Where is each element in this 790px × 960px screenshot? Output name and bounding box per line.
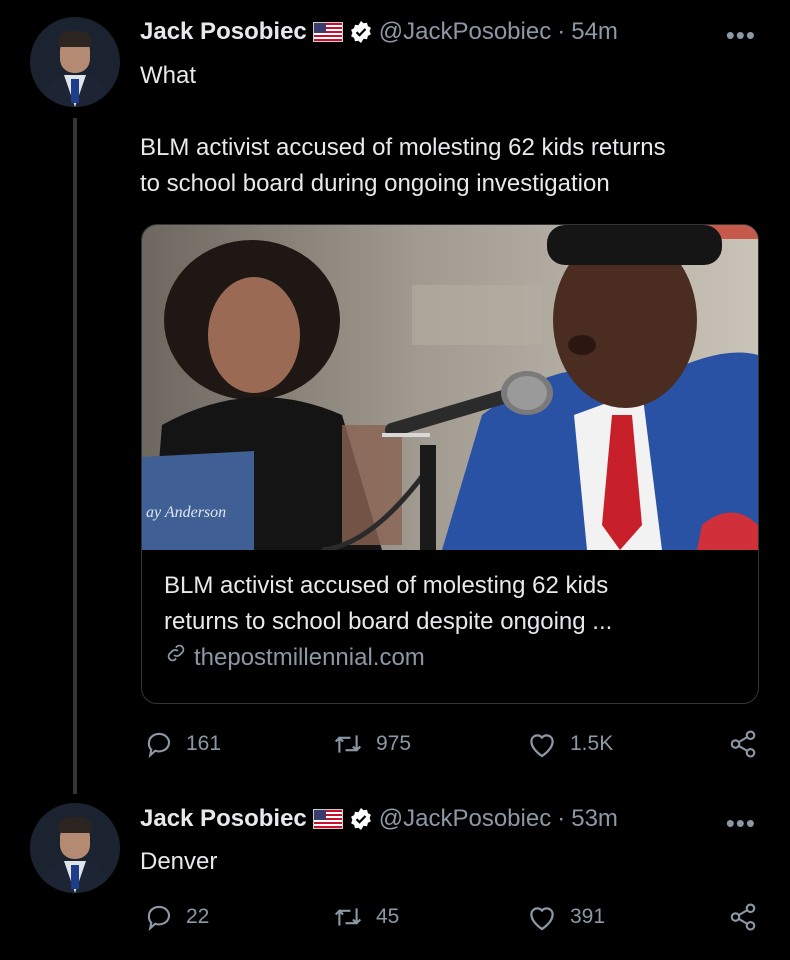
share-button[interactable] (728, 729, 758, 759)
reply-button[interactable]: 22 (144, 902, 209, 932)
share-button[interactable] (728, 902, 758, 932)
link-preview-card[interactable]: ay Anderson BLM activist accused of mole… (141, 224, 759, 704)
tweet-text-line: What (140, 62, 197, 89)
reply-icon (144, 902, 174, 932)
name-plate-text: ay Anderson (146, 504, 226, 521)
reply-count: 22 (186, 905, 210, 928)
like-button[interactable]: 391 (526, 902, 605, 932)
link-icon (164, 640, 188, 676)
timestamp[interactable]: 54m (571, 18, 618, 46)
retweet-count: 975 (376, 732, 412, 755)
heart-icon (526, 902, 558, 932)
like-button[interactable]: 1.5K (526, 729, 613, 759)
us-flag-icon (312, 809, 343, 829)
separator-dot: · (557, 805, 566, 832)
timestamp[interactable]: 53m (571, 805, 618, 833)
card-title-line: returns to school board despite ongoing … (164, 608, 613, 635)
author-name[interactable]: Jack Posobiec (140, 805, 307, 833)
like-count: 1.5K (570, 732, 614, 755)
card-domain-text: thepostmillennial.com (194, 644, 425, 671)
tweet-actions: 22 45 391 (140, 902, 760, 934)
tweet-text: What BLM activist accused of molesting 6… (140, 58, 666, 202)
card-title-line: BLM activist accused of molesting 62 kid… (164, 572, 609, 599)
like-count: 391 (570, 905, 606, 928)
tweet-text: Denver (140, 844, 217, 880)
retweet-icon (332, 902, 364, 932)
reply-icon (144, 729, 174, 759)
retweet-button[interactable]: 975 (332, 729, 411, 759)
tweet-2[interactable]: Jack Posobiec @JackPosobiec · 53m ••• De… (0, 790, 790, 960)
more-options-icon[interactable]: ••• (726, 808, 756, 839)
tweet-text-line: Denver (140, 848, 218, 875)
heart-icon (526, 729, 558, 759)
author-name[interactable]: Jack Posobiec (140, 18, 307, 46)
tweet-header: Jack Posobiec @JackPosobiec · 54m (140, 18, 618, 46)
author-handle[interactable]: @JackPosobiec (379, 18, 551, 46)
separator-dot: · (557, 18, 566, 45)
retweet-icon (332, 729, 364, 759)
us-flag-icon (312, 22, 343, 42)
author-avatar[interactable] (30, 17, 120, 107)
tweet-text-line (140, 94, 666, 130)
tweet-text-line: to school board during ongoing investiga… (140, 170, 610, 197)
retweet-button[interactable]: 45 (332, 902, 399, 932)
card-body: BLM activist accused of molesting 62 kid… (164, 568, 742, 676)
author-handle[interactable]: @JackPosobiec (379, 805, 551, 833)
tweet-1[interactable]: Jack Posobiec @JackPosobiec · 54m ••• Wh… (0, 0, 790, 790)
verified-badge-icon (349, 20, 373, 44)
reply-count: 161 (186, 732, 222, 755)
tweet-text-line: BLM activist accused of molesting 62 kid… (140, 134, 666, 161)
tweet-header: Jack Posobiec @JackPosobiec · 53m (140, 805, 618, 833)
share-icon (728, 902, 758, 932)
verified-badge-icon (349, 807, 373, 831)
more-options-icon[interactable]: ••• (726, 20, 756, 51)
article-photo: ay Anderson (142, 225, 758, 550)
reply-button[interactable]: 161 (144, 729, 221, 759)
card-domain: thepostmillennial.com (164, 640, 742, 676)
tweet-actions: 161 975 1.5K (140, 729, 760, 761)
retweet-count: 45 (376, 905, 400, 928)
share-icon (728, 729, 758, 759)
author-avatar[interactable] (30, 803, 120, 893)
